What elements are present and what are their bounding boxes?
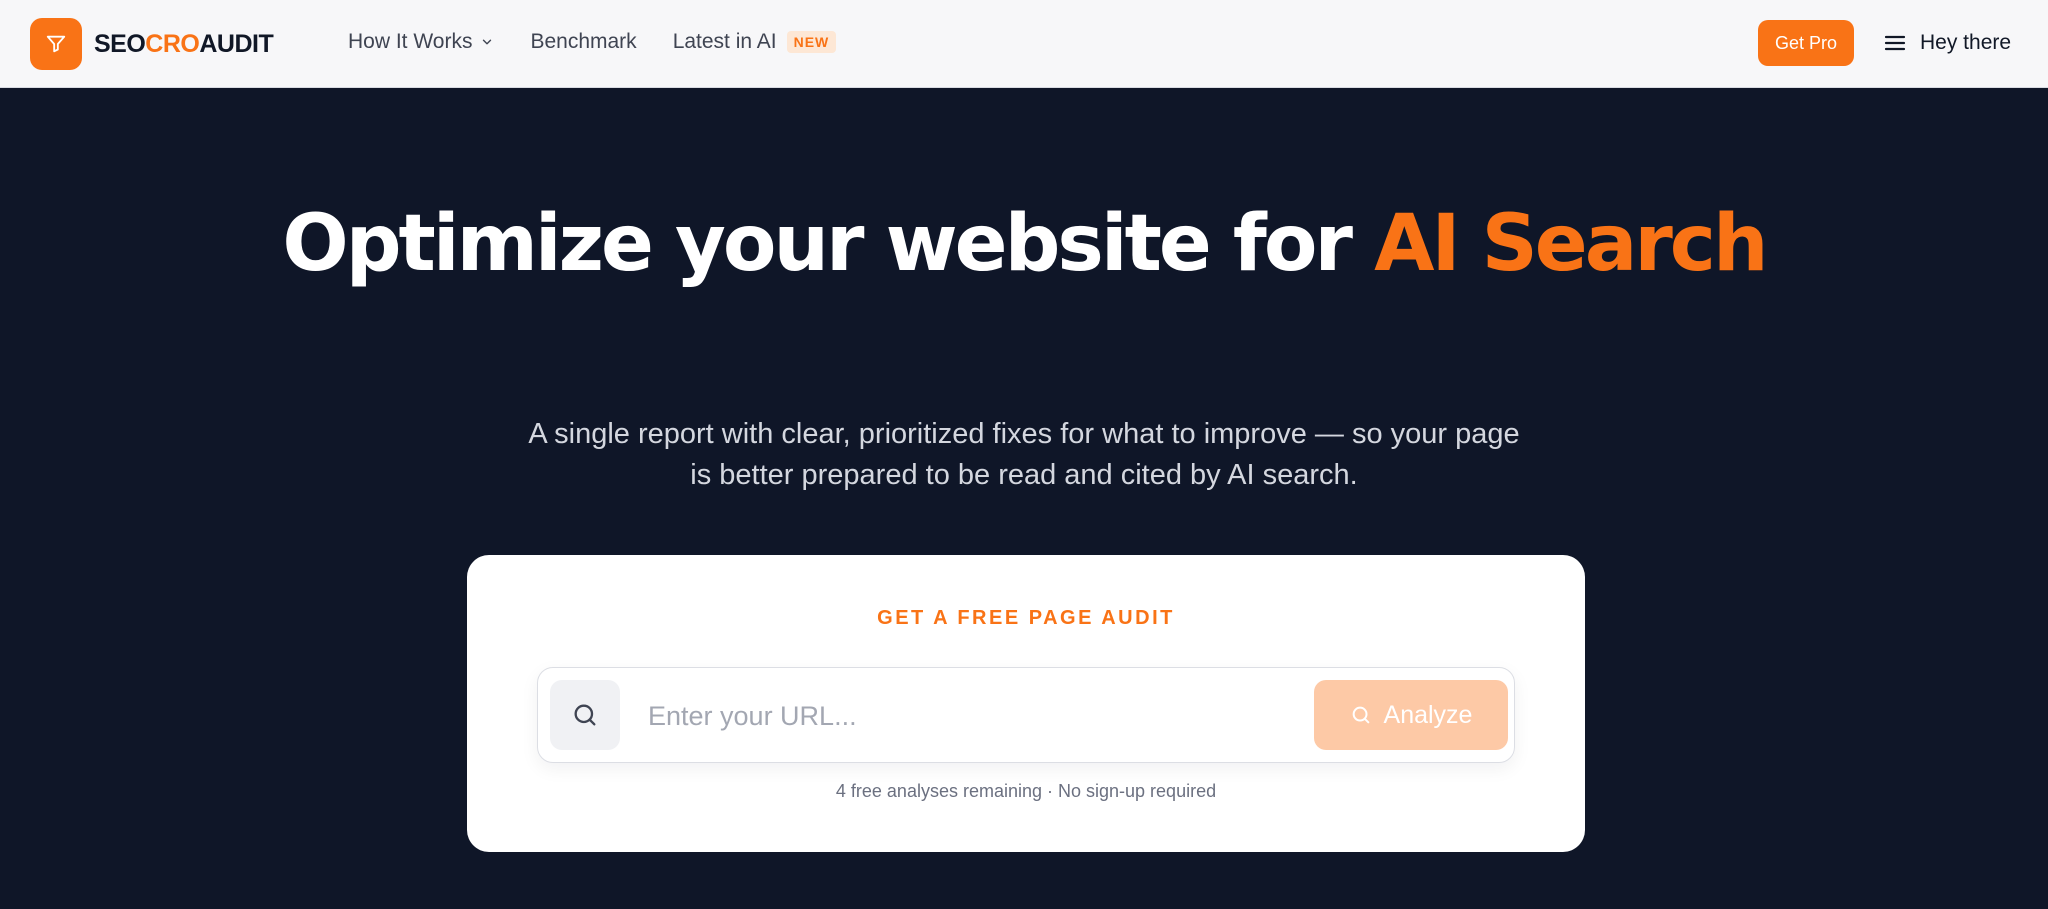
url-input[interactable] — [648, 692, 1248, 740]
hero-title: Optimize your website for AI Search — [0, 200, 2048, 288]
brand-wordmark[interactable]: SEOCROAUDIT — [94, 30, 274, 59]
hero-title-main: Optimize your website for — [282, 199, 1375, 289]
nav-item-benchmark[interactable]: Benchmark — [530, 30, 636, 54]
nav-item-latest-in-ai[interactable]: Latest in AI NEW — [673, 30, 837, 54]
search-icon — [550, 680, 620, 750]
hero-title-accent: AI Search — [1374, 199, 1768, 289]
new-badge: NEW — [786, 31, 837, 53]
hero-subtitle: A single report with clear, prioritized … — [528, 418, 1520, 491]
free-analyses-note: 4 free analyses remaining · No sign-up r… — [835, 781, 1217, 801]
audit-card-kicker: GET A FREE PAGE AUDIT — [877, 607, 1175, 629]
analyze-button-label: Analyze — [1383, 700, 1473, 729]
top-navbar: SEOCROAUDIT How It Works Benchmark Lates… — [0, 0, 2048, 88]
brand-name-part3: AUDIT — [199, 30, 274, 58]
url-search-bar: Analyze — [537, 667, 1515, 763]
analyze-button[interactable]: Analyze — [1314, 680, 1508, 750]
logo-mark[interactable] — [30, 18, 82, 70]
nav-item-label: Latest in AI — [672, 30, 777, 53]
nav-item-label: How It Works — [348, 30, 473, 53]
hamburger-icon — [1884, 35, 1906, 51]
audit-card: GET A FREE PAGE AUDIT Analyze 4 free ana… — [467, 555, 1585, 852]
get-pro-button[interactable]: Get Pro — [1758, 20, 1854, 66]
nav-item-label: Benchmark — [530, 30, 637, 53]
user-greeting: Hey there — [1920, 31, 2012, 54]
nav-item-how-it-works[interactable]: How It Works — [348, 30, 494, 54]
funnel-icon — [46, 35, 66, 53]
search-icon — [1350, 704, 1372, 726]
brand-name-part2: CRO — [145, 30, 200, 58]
chevron-down-icon — [480, 35, 494, 49]
brand-name-part1: SEO — [94, 30, 146, 58]
user-menu-button[interactable]: Hey there — [1884, 31, 2011, 55]
main-nav: How It Works Benchmark Latest in AI NEW — [348, 30, 837, 54]
